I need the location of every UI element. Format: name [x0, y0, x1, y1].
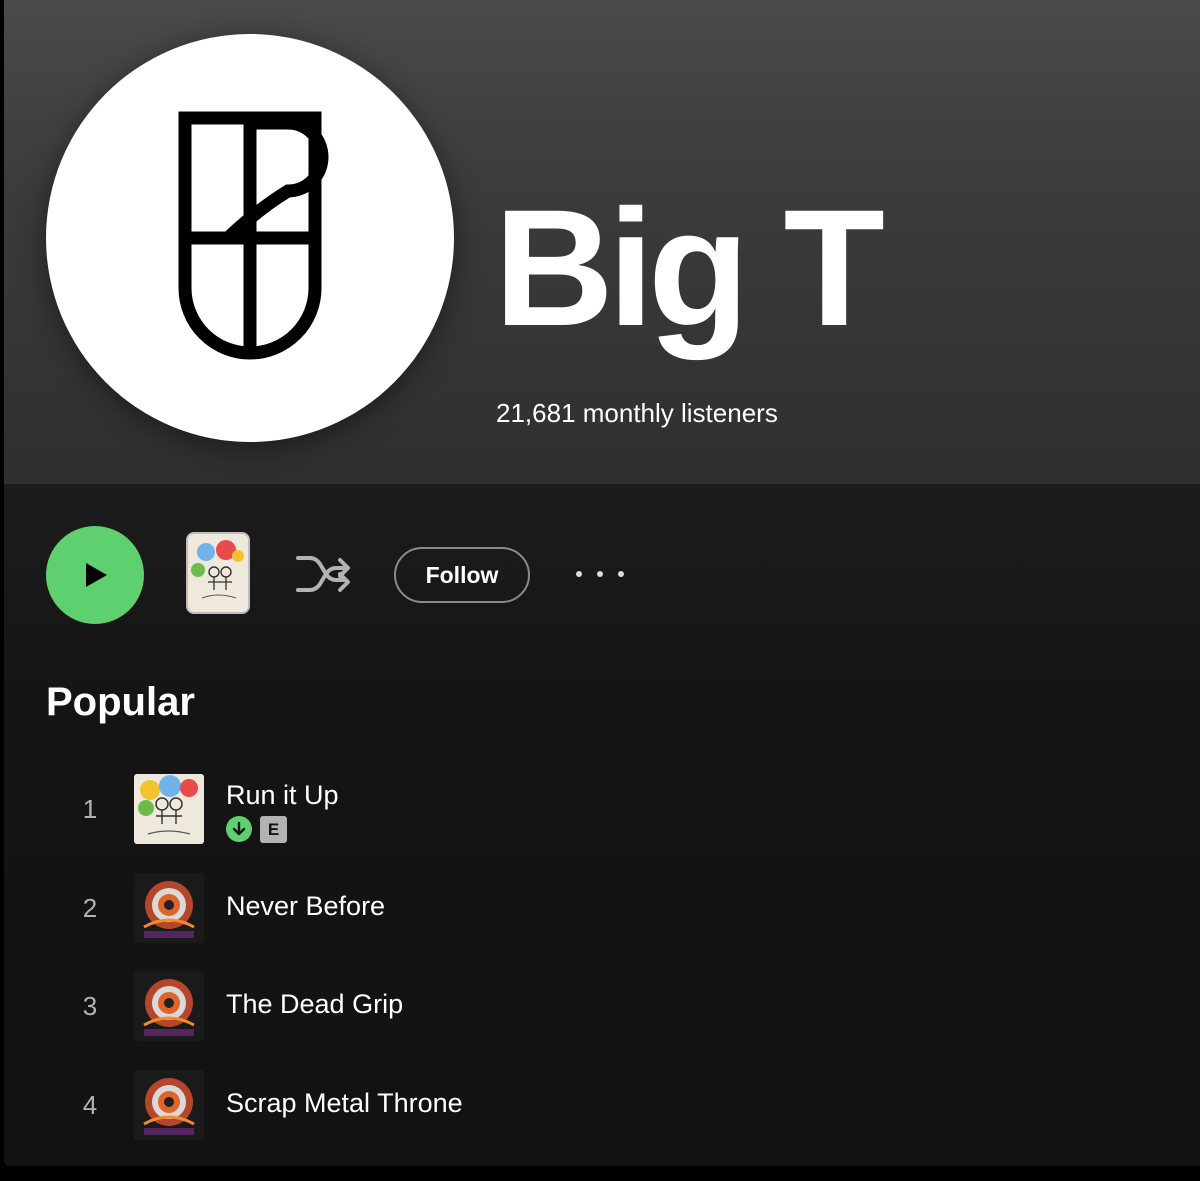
preview-thumbnail[interactable]: [186, 532, 250, 614]
more-icon-dot: [618, 571, 624, 577]
shuffle-icon: [296, 556, 350, 592]
explicit-badge: E: [260, 816, 287, 843]
track-row[interactable]: 4 Scrap Metal Throne: [4, 1070, 1200, 1144]
play-icon: [86, 563, 107, 587]
follow-button[interactable]: Follow: [394, 547, 530, 603]
more-icon-dot: [597, 571, 603, 577]
track-number: 3: [82, 991, 98, 1021]
artist-logo-icon: [178, 111, 329, 360]
track-title[interactable]: Scrap Metal Throne: [226, 1088, 463, 1119]
track-row[interactable]: 2 Never Before: [4, 873, 1200, 947]
track-title[interactable]: Never Before: [226, 891, 385, 922]
track-badges: E: [226, 816, 287, 843]
track-art: [134, 971, 204, 1041]
track-title[interactable]: Run it Up: [226, 780, 339, 811]
more-options-button[interactable]: [576, 562, 624, 586]
more-icon-dot: [576, 571, 582, 577]
track-row[interactable]: 1 Run it Up E: [4, 774, 1200, 848]
track-art: [134, 873, 204, 943]
artist-page: Big T 21,681 monthly listeners Follow Po…: [4, 0, 1200, 1166]
track-number: 2: [82, 893, 98, 923]
download-icon: [226, 816, 252, 842]
play-button[interactable]: [46, 526, 144, 624]
track-number: 4: [82, 1090, 98, 1120]
artist-avatar: [46, 34, 454, 442]
artist-name: Big T: [494, 176, 885, 361]
track-number: 1: [82, 794, 98, 824]
album-art-run-it-up: [134, 774, 204, 844]
popular-heading: Popular: [46, 680, 195, 724]
track-row[interactable]: 3 The Dead Grip: [4, 971, 1200, 1045]
album-art-run-it-up: [188, 534, 248, 612]
monthly-listeners: 21,681 monthly listeners: [496, 398, 778, 428]
album-art-steel-pulse: [134, 1070, 204, 1140]
track-art: [134, 1070, 204, 1140]
album-art-steel-pulse: [134, 873, 204, 943]
artist-header: Big T 21,681 monthly listeners: [4, 0, 1200, 484]
artist-content: Follow Popular 1 Run it Up E 2 Never Bef…: [4, 484, 1200, 1166]
album-art-steel-pulse: [134, 971, 204, 1041]
track-art: [134, 774, 204, 844]
track-title[interactable]: The Dead Grip: [226, 989, 403, 1020]
shuffle-button[interactable]: [294, 548, 352, 600]
